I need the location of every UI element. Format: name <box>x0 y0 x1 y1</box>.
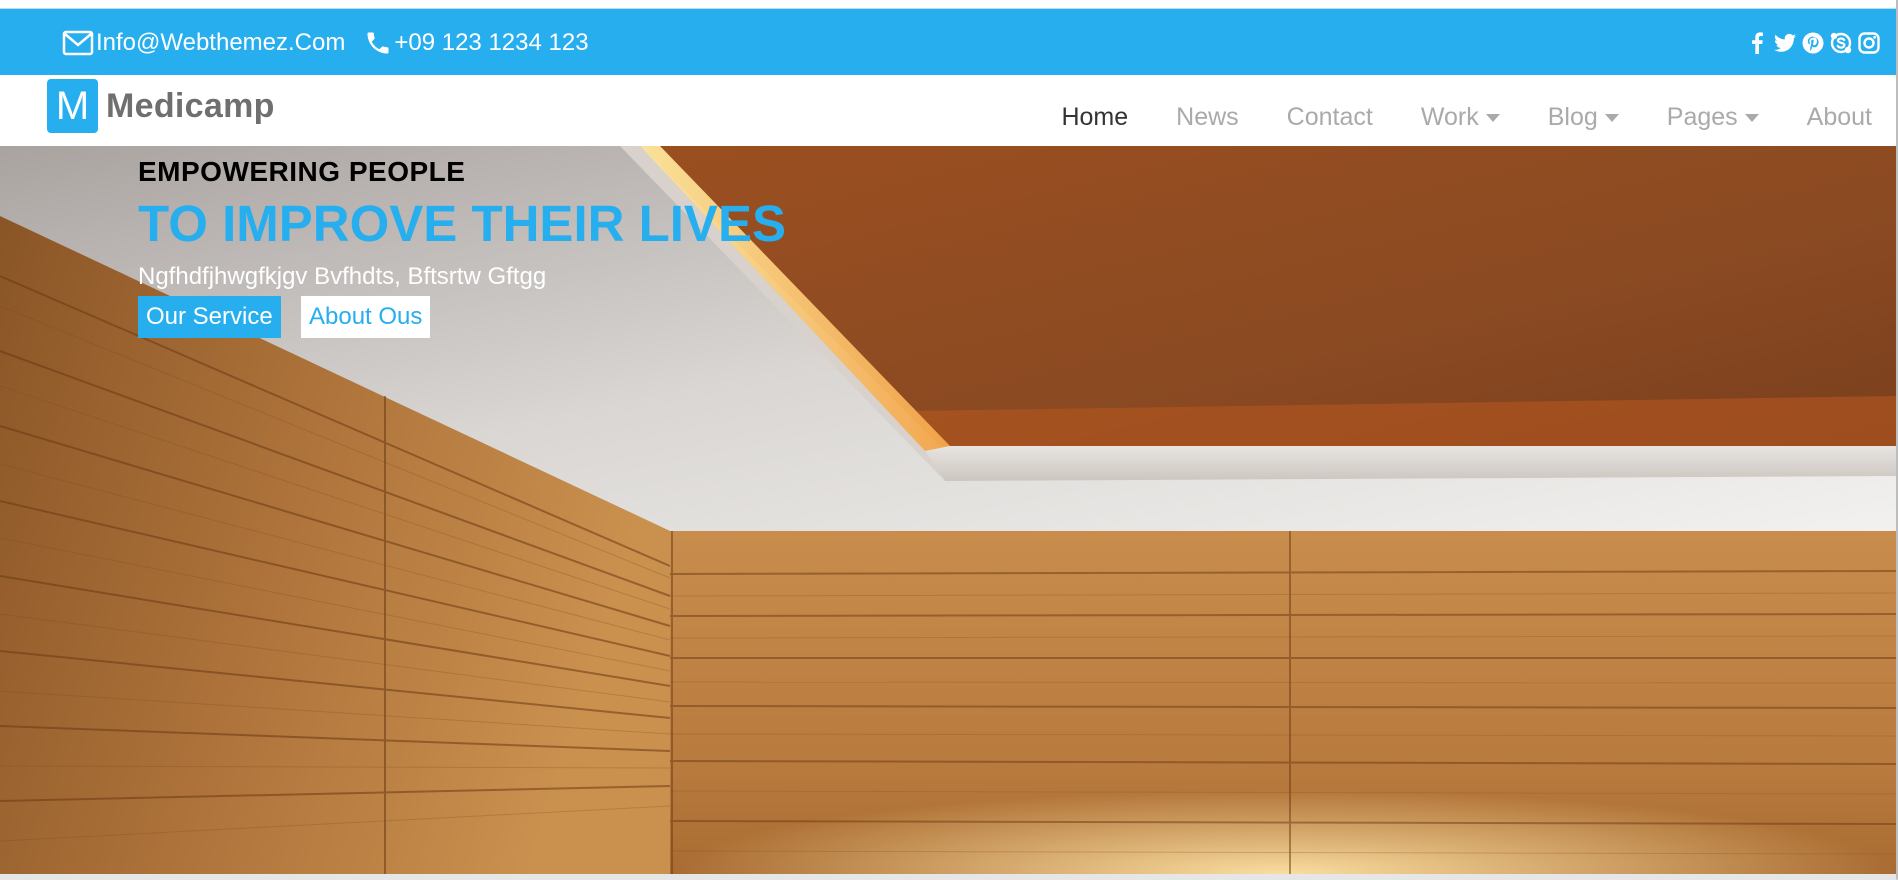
nav-item-label: Work <box>1420 103 1479 131</box>
main-navbar: M Medicamp Home News Contact Work Blog P <box>0 75 1896 146</box>
mail-icon <box>62 30 94 56</box>
caret-down-icon <box>1485 113 1500 122</box>
email-text: Info@Webthemez.Com <box>96 28 346 56</box>
hero-background-image <box>0 146 1896 874</box>
nav-item-contact[interactable]: Contact <box>1287 103 1373 132</box>
our-service-button[interactable]: Our Service <box>138 296 281 338</box>
browser-viewport: Info@Webthemez.Com +09 123 1234 123 M Me… <box>0 0 1898 880</box>
nav-item-blog[interactable]: Blog <box>1548 103 1619 132</box>
brand-name: Medicamp <box>106 86 275 125</box>
phone-icon <box>364 29 392 57</box>
top-contact-bar: Info@Webthemez.Com +09 123 1234 123 <box>0 8 1896 76</box>
skype-icon[interactable] <box>1830 32 1852 54</box>
email-link[interactable]: Info@Webthemez.Com <box>62 29 345 57</box>
hero-subtitle: Ngfhdfjhwgfkjgv Bvfhdts, Bftsrtw Gftgg <box>138 263 547 290</box>
nav-item-label: About <box>1806 103 1872 131</box>
phone-text: +09 123 1234 123 <box>394 28 589 56</box>
about-us-button[interactable]: About Ous <box>301 296 431 338</box>
hero-headline: TO IMPROVE THEIR LIVES <box>138 195 786 252</box>
nav-item-news[interactable]: News <box>1176 103 1239 132</box>
phone-link[interactable]: +09 123 1234 123 <box>364 28 589 57</box>
brand-logo[interactable]: M Medicamp <box>47 79 275 133</box>
nav-item-label: Contact <box>1286 103 1373 131</box>
facebook-icon[interactable] <box>1746 31 1768 54</box>
caret-down-icon <box>1604 113 1619 122</box>
caret-down-icon <box>1744 113 1759 122</box>
instagram-icon[interactable] <box>1858 31 1880 54</box>
nav-menu: Home News Contact Work Blog Pages About <box>1013 75 1872 146</box>
nav-item-label: Blog <box>1547 103 1598 131</box>
hero-eyebrow: EMPOWERING PEOPLE <box>138 156 466 187</box>
pinterest-icon[interactable] <box>1802 32 1824 54</box>
hero-banner: EMPOWERING PEOPLE TO IMPROVE THEIR LIVES… <box>0 146 1896 874</box>
nav-item-about[interactable]: About <box>1807 103 1872 132</box>
nav-item-home[interactable]: Home <box>1061 103 1128 132</box>
social-links <box>1746 9 1880 76</box>
contact-info: Info@Webthemez.Com +09 123 1234 123 <box>62 9 589 76</box>
bottom-scrollbar-strip <box>0 874 1896 880</box>
nav-item-pages[interactable]: Pages <box>1667 103 1759 132</box>
twitter-icon[interactable] <box>1774 32 1796 54</box>
nav-item-label: Home <box>1061 103 1129 131</box>
logo-mark: M <box>47 79 98 133</box>
nav-item-label: Pages <box>1666 103 1738 131</box>
nav-item-work[interactable]: Work <box>1421 103 1500 132</box>
nav-item-label: News <box>1176 103 1239 131</box>
